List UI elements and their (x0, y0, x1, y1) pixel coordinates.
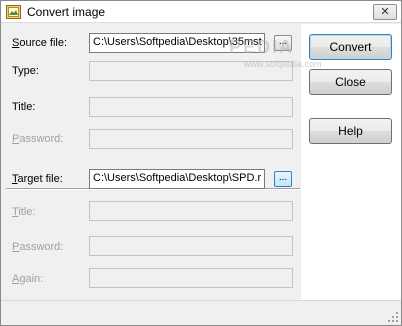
target-password-label: Password: (12, 241, 64, 253)
close-icon: ✕ (380, 5, 390, 18)
target-file-input[interactable]: C:\Users\Softpedia\Desktop\SPD.r (89, 169, 265, 189)
resize-grip-icon[interactable] (387, 311, 399, 323)
source-file-label: Source file: (12, 37, 68, 49)
watermark-url: www.softpedia.com (244, 59, 322, 69)
target-title-label: Title: (12, 206, 36, 218)
watermark-text: PEDIA (229, 37, 295, 57)
convert-image-window: Convert image ✕ Source file: C:\Users\So… (0, 0, 402, 326)
app-icon (6, 5, 21, 19)
title-field (89, 97, 293, 117)
window-title: Convert image (27, 5, 106, 19)
password-label: Password: (12, 133, 64, 145)
help-button[interactable]: Help (309, 118, 392, 144)
close-window-button[interactable]: ✕ (373, 4, 397, 20)
password-field (89, 129, 293, 149)
close-button[interactable]: Close (309, 69, 392, 95)
target-browse-button[interactable]: ... (274, 171, 292, 187)
title-bar[interactable]: Convert image ✕ (1, 1, 401, 23)
convert-form: Source file: C:\Users\Softpedia\Desktop\… (2, 31, 300, 297)
target-title-field (89, 201, 293, 221)
type-label: Type: (12, 65, 39, 77)
convert-button[interactable]: Convert (309, 34, 392, 60)
again-label: Again: (12, 273, 44, 285)
target-password-field (89, 236, 293, 256)
again-field (89, 268, 293, 288)
status-bar (1, 300, 401, 325)
target-file-label: Target file: (12, 173, 63, 185)
title-label: Title: (12, 101, 36, 113)
